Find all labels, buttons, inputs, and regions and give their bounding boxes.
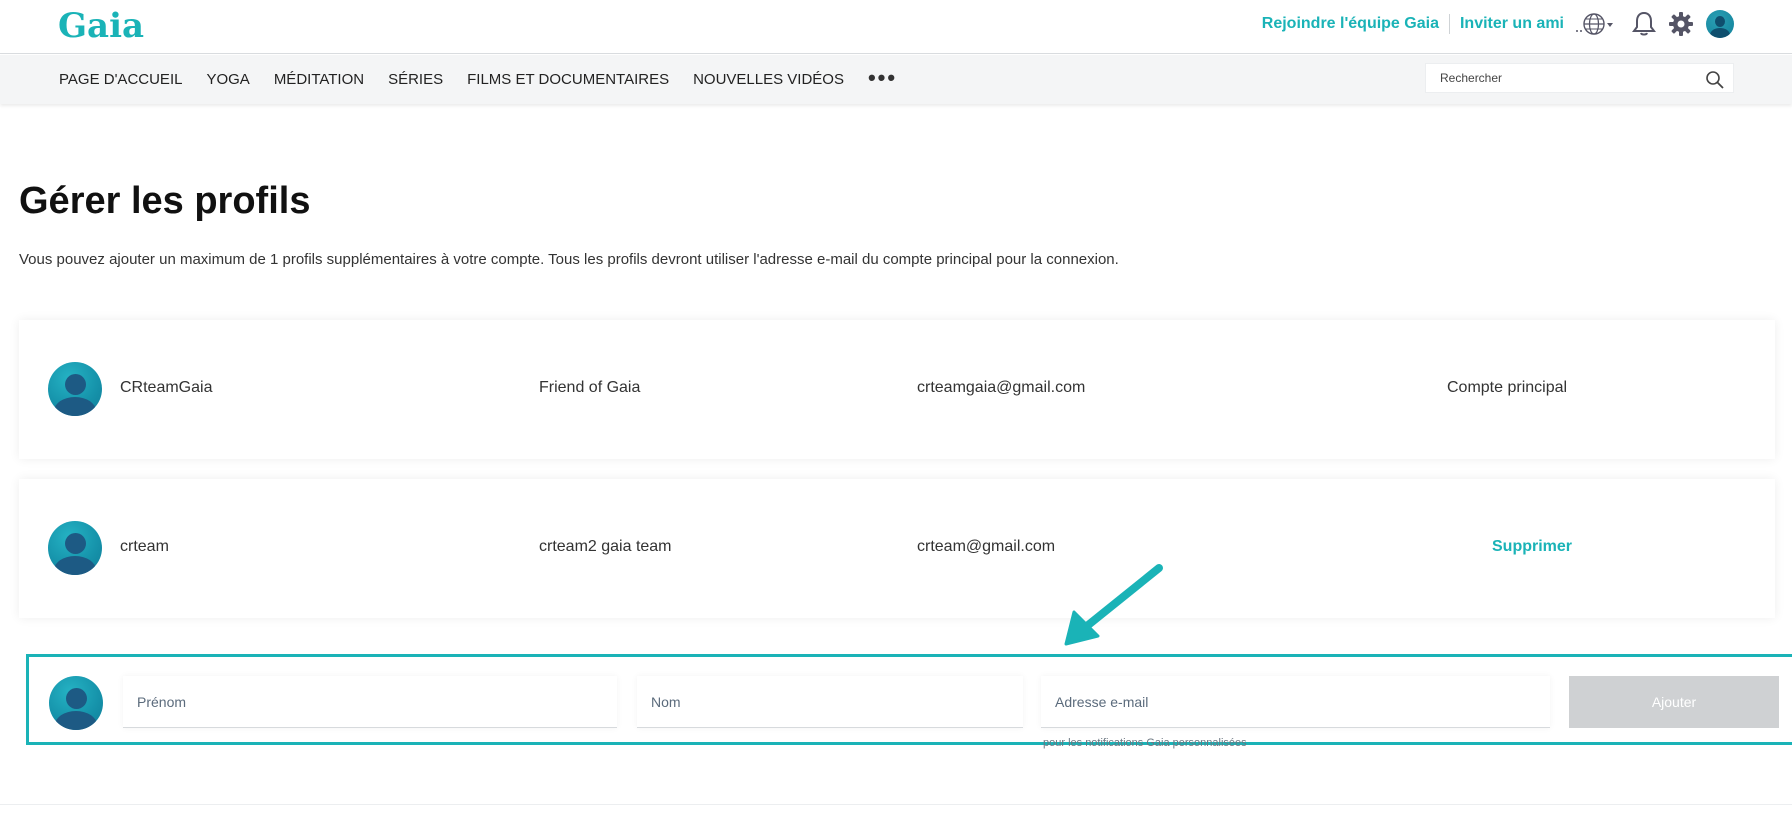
email-field[interactable] <box>1041 676 1550 727</box>
gear-icon <box>1669 12 1693 36</box>
email-hint: pour les notifications Gaia personnalisé… <box>1043 737 1247 749</box>
search-icon <box>1706 71 1724 89</box>
nav-more-button[interactable]: ••• <box>868 65 897 91</box>
avatar-body <box>54 556 96 575</box>
annotation-arrow-icon <box>1064 564 1163 646</box>
profile-username: CRteamGaia <box>120 379 213 396</box>
main-nav: PAGE D'ACCUEIL YOGA MÉDITATION SÉRIES FI… <box>0 55 1792 104</box>
search-box <box>1425 63 1734 93</box>
avatar-head <box>65 533 86 554</box>
email-field-wrapper <box>1041 676 1550 728</box>
avatar-head <box>66 688 87 709</box>
profile-name: crteam2 gaia team <box>539 538 672 555</box>
last-name-field[interactable] <box>637 676 1023 727</box>
profile-email: crteam@gmail.com <box>917 538 1056 555</box>
globe-icon <box>1576 13 1613 35</box>
nav-items: PAGE D'ACCUEIL YOGA MÉDITATION SÉRIES FI… <box>59 55 897 104</box>
profile-name: Friend of Gaia <box>539 379 641 396</box>
page-description: Vous pouvez ajouter un maximum de 1 prof… <box>19 251 1119 268</box>
bell-icon <box>1632 11 1656 36</box>
add-profile-button[interactable]: Ajouter <box>1569 676 1779 728</box>
top-header: Gaia Rejoindre l'équipe Gaia Inviter un … <box>0 0 1792 54</box>
profile-card: crteam crteam2 gaia team crteam@gmail.co… <box>19 479 1775 618</box>
profile-card: CRteamGaia Friend of Gaia crteamgaia@gma… <box>19 320 1775 459</box>
profile-avatar <box>48 521 102 575</box>
page-title: Gérer les profils <box>19 180 311 222</box>
gaia-logo[interactable]: Gaia <box>58 6 144 46</box>
language-selector[interactable] <box>1574 11 1614 37</box>
footer-divider <box>0 804 1792 805</box>
invite-friend-link[interactable]: Inviter un ami <box>1460 15 1564 33</box>
settings-button[interactable] <box>1668 11 1694 37</box>
nav-item-films[interactable]: FILMS ET DOCUMENTAIRES <box>467 71 669 88</box>
avatar-head <box>1715 16 1725 27</box>
join-team-link[interactable]: Rejoindre l'équipe Gaia <box>1262 15 1439 33</box>
primary-account-label: Compte principal <box>1447 379 1568 396</box>
header-actions: Rejoindre l'équipe Gaia Inviter un ami <box>1262 0 1734 48</box>
avatar-head <box>65 374 86 395</box>
profile-username: crteam <box>120 538 169 555</box>
delete-profile-button[interactable]: Supprimer <box>1492 538 1572 556</box>
search-input[interactable] <box>1426 64 1686 92</box>
avatar-body <box>55 711 97 730</box>
search-button[interactable] <box>1705 70 1725 95</box>
new-profile-avatar <box>49 676 103 730</box>
first-name-field[interactable] <box>123 676 617 727</box>
nav-item-meditation[interactable]: MÉDITATION <box>274 71 364 88</box>
nav-item-yoga[interactable]: YOGA <box>206 71 249 88</box>
nav-item-new-videos[interactable]: NOUVELLES VIDÉOS <box>693 71 844 88</box>
last-name-field-wrapper <box>637 676 1023 728</box>
first-name-field-wrapper <box>123 676 617 728</box>
nav-item-home[interactable]: PAGE D'ACCUEIL <box>59 71 182 88</box>
profile-avatar <box>48 362 102 416</box>
avatar-body <box>1710 28 1730 38</box>
avatar-body <box>54 397 96 416</box>
add-profile-form: Ajouter <box>26 654 1792 745</box>
notifications-button[interactable] <box>1632 11 1656 37</box>
header-divider <box>1448 14 1450 34</box>
profile-email: crteamgaia@gmail.com <box>917 379 1086 396</box>
profile-avatar[interactable] <box>1706 10 1734 38</box>
nav-item-series[interactable]: SÉRIES <box>388 71 443 88</box>
